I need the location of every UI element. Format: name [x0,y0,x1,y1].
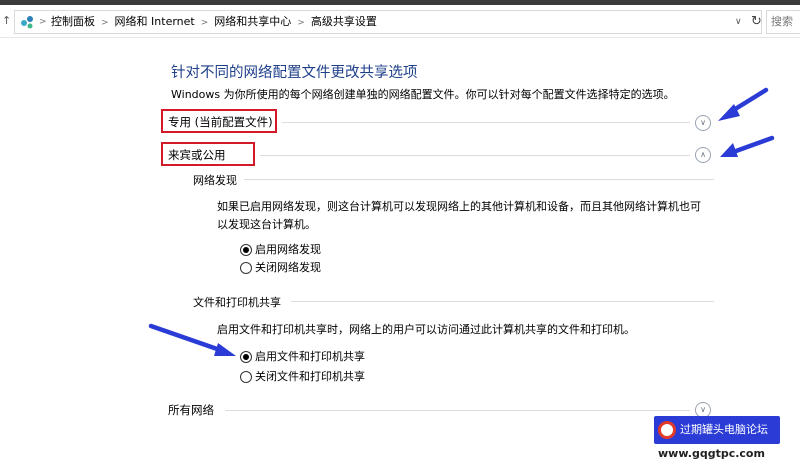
network-discovery-heading: 网络发现 [193,174,237,187]
option-label: 启用网络发现 [255,243,321,256]
arrow-to-private-chevron-icon [718,87,769,121]
breadcrumb-item[interactable]: 高级共享设置 [311,15,377,28]
forum-logo-icon [658,421,676,439]
private-profile-header[interactable]: 专用 (当前配置文件) [168,114,273,130]
network-discovery-description: 如果已启用网络发现，则这台计算机可以发现网络上的其他计算机和设备，而且其他网络计… [217,200,701,231]
forum-watermark: 过期罐头电脑论坛 [654,416,780,444]
radio-button[interactable] [240,262,252,274]
guest-public-profile-collapse-button[interactable]: ∧ [695,147,711,163]
option-label: 启用文件和打印机共享 [255,350,365,363]
page-intro: Windows 为你所使用的每个网络创建单独的网络配置文件。你可以针对每个配置文… [171,88,675,101]
file-printer-sharing-heading: 文件和打印机共享 [193,296,281,309]
divider [282,122,690,123]
option-label: 关闭文件和打印机共享 [255,370,365,383]
divider [260,155,690,156]
radio-button[interactable] [240,371,252,383]
dropdown-arrow-icon[interactable]: ∨ [735,16,745,28]
chevron-down-icon: ∨ [700,405,706,414]
control-panel-icon [21,16,33,29]
breadcrumb-item[interactable]: 控制面板 [51,15,95,28]
search-input[interactable]: 搜索 [766,10,800,34]
up-arrow-icon[interactable]: ↑ [2,15,14,27]
address-bar: ↑ > 控制面板 > 网络和 Internet > 网络和共享中心 > 高级共享设置 ∨ ↻… [0,5,800,38]
watermark-url: www.gqgtpc.com [658,447,765,460]
guest-public-profile-header[interactable]: 来宾或公用 [168,147,226,163]
breadcrumb: 控制面板 > 网络和 Internet > 网络和共享中心 > 高级共享设置 [51,11,377,33]
divider [225,410,690,411]
all-networks-header[interactable]: 所有网络 [168,402,214,418]
radio-button-selected[interactable] [240,244,252,256]
breadcrumb-separator-icon: > [39,17,47,27]
private-profile-expand-button[interactable]: ∨ [695,115,711,131]
breadcrumb-item[interactable]: 网络和 Internet [115,15,195,28]
address-field[interactable]: > 控制面板 > 网络和 Internet > 网络和共享中心 > 高级共享设置 ∨ ↻ [14,10,762,34]
breadcrumb-item[interactable]: 网络和共享中心 [214,15,291,28]
breadcrumb-separator-icon: > [200,18,209,28]
divider [244,179,714,180]
breadcrumb-separator-icon: > [101,18,109,28]
chevron-down-icon: ∨ [700,118,706,127]
arrow-to-guest-chevron-icon [720,135,775,157]
page-title: 针对不同的网络配置文件更改共享选项 [171,65,418,81]
option-label: 关闭网络发现 [255,261,321,274]
divider [291,301,714,302]
watermark-text: 过期罐头电脑论坛 [680,423,768,436]
file-printer-sharing-description: 启用文件和打印机共享时，网络上的用户可以访问通过此计算机共享的文件和打印机。 [217,323,635,336]
chevron-up-icon: ∧ [700,150,706,159]
breadcrumb-separator-icon: > [297,18,305,28]
search-placeholder: 搜索 [771,15,793,28]
refresh-icon[interactable]: ↻ [751,14,765,30]
radio-button-selected[interactable] [240,351,252,363]
